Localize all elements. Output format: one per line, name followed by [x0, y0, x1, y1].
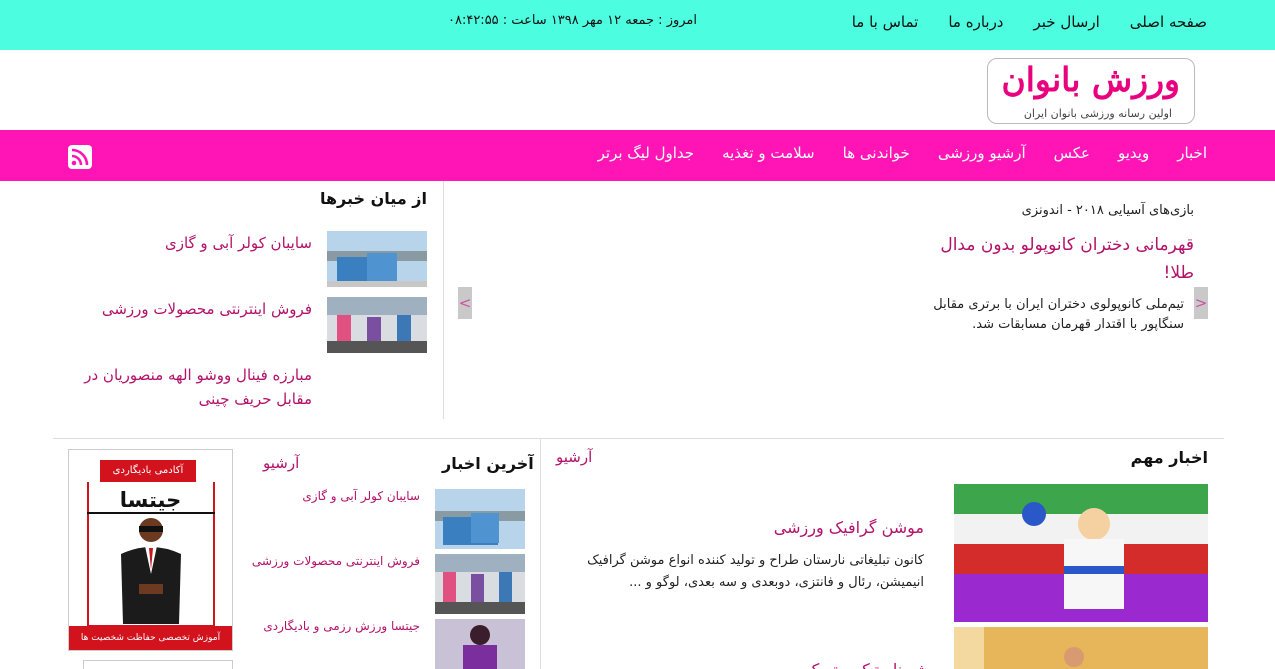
chevron-right-icon: >: [458, 294, 472, 312]
section-divider: [53, 438, 1224, 439]
logo-tagline: اولین رسانه ورزشی بانوان ایران: [1023, 107, 1172, 120]
nav-item-league-tables[interactable]: جداول لیگ برتر: [598, 144, 694, 162]
nav-item-photo[interactable]: عکس: [1054, 144, 1090, 162]
cooler-thumbnail[interactable]: [435, 489, 525, 549]
important-news-description: کانون تبلیغاتی نارستان طراح و تولید کنند…: [587, 553, 924, 590]
chevron-left-icon: <: [1194, 294, 1208, 312]
bodyguard-illustration: [121, 518, 181, 624]
from-news-item-text[interactable]: سایبان کولر آبی و گازی: [57, 231, 312, 255]
nav-item-readings[interactable]: خواندنی ها: [843, 144, 910, 162]
gymnastics-image[interactable]: [954, 627, 1208, 669]
top-nav-about-link[interactable]: درباره ما: [948, 13, 1003, 31]
latest-news-item-text[interactable]: فروش اینترنتی محصولات ورزشی: [240, 554, 420, 568]
ad-brand: جیتسا: [119, 488, 182, 512]
slider-prev-button[interactable]: <: [1194, 287, 1208, 319]
gym-thumbnail[interactable]: [327, 297, 427, 353]
important-news-archive-link[interactable]: آرشیو: [556, 448, 592, 466]
nav-item-health[interactable]: سلامت و تغذیه: [722, 144, 815, 162]
cooler-thumbnail[interactable]: [327, 231, 427, 287]
top-nav-submit-news-link[interactable]: ارسال خبر: [1034, 13, 1100, 31]
important-news-headline-2[interactable]: ژیمناستیک ریتمیک: [805, 660, 924, 669]
gym-thumbnail[interactable]: [435, 554, 525, 614]
latest-news-item-text[interactable]: سایبان کولر آبی و گازی: [240, 489, 420, 503]
list-item[interactable]: فروش اینترنتی محصولات ورزشی: [53, 297, 443, 355]
site-logo[interactable]: ورزش بانوان اولین رسانه ورزشی بانوان ایر…: [987, 58, 1195, 124]
ad-badge: آکادمی بادیگاردی: [100, 460, 196, 482]
top-nav-home-link[interactable]: صفحه اصلی: [1130, 13, 1207, 31]
list-item[interactable]: مبارزه فینال ووشو الهه منصوریان در مقابل…: [53, 363, 443, 413]
top-bar: صفحه اصلی ارسال خبر درباره ما تماس با ما…: [0, 0, 1275, 50]
ad-banner-2[interactable]: [83, 660, 233, 669]
from-news-section: از میان خبرها سایبان کولر آبی و گازی فرو…: [53, 181, 443, 419]
slide-category[interactable]: بازی‌های آسیایی ۲۰۱۸ - اندونزی: [1022, 203, 1194, 218]
top-nav-contact-link[interactable]: تماس با ما: [852, 13, 919, 31]
from-news-item-text[interactable]: فروش اینترنتی محصولات ورزشی: [57, 297, 312, 321]
main-nav-items: اخبار ویدیو عکس آرشیو ورزشی خواندنی ها س…: [598, 144, 1207, 162]
nav-item-sport-archive[interactable]: آرشیو ورزشی: [938, 144, 1026, 162]
slide-title[interactable]: قهرمانی دختران کانوپولو بدون مدال طلا!: [924, 231, 1194, 287]
current-datetime: امروز : جمعه ۱۲ مهر ۱۳۹۸ ساعت : ۰۸:۴۲:۵۵: [448, 13, 697, 28]
rss-icon[interactable]: [68, 145, 92, 169]
main-nav: اخبار ویدیو عکس آرشیو ورزشی خواندنی ها س…: [0, 130, 1275, 181]
list-item[interactable]: سایبان کولر آبی و گازی: [53, 231, 443, 289]
important-news-headline[interactable]: موشن گرافیک ورزشی: [774, 518, 924, 537]
important-news-title: اخبار مهم: [1130, 448, 1208, 467]
motion-graphic-image[interactable]: [954, 484, 1208, 622]
top-nav: صفحه اصلی ارسال خبر درباره ما تماس با ما: [852, 13, 1207, 31]
martial-arts-thumbnail[interactable]: [435, 619, 525, 669]
latest-news-title: آخرین اخبار: [442, 454, 534, 473]
slider-next-button[interactable]: >: [458, 287, 472, 319]
nav-item-news[interactable]: اخبار: [1177, 144, 1207, 162]
from-news-item-text[interactable]: مبارزه فینال ووشو الهه منصوریان در مقابل…: [57, 363, 312, 411]
ad-footer: آموزش تخصصی حفاظت شخصیت ها: [69, 626, 232, 650]
nav-item-video[interactable]: ویدیو: [1118, 144, 1149, 162]
featured-slider: بازی‌های آسیایی ۲۰۱۸ - اندونزی قهرمانی د…: [443, 181, 1224, 419]
latest-news-archive-link[interactable]: آرشیو: [263, 454, 299, 472]
from-news-title: از میان خبرها: [319, 189, 427, 208]
ad-banner[interactable]: آکادمی بادیگاردی جیتسا آموزش تخصصی حفاظت…: [68, 449, 233, 651]
column-divider: [540, 438, 541, 669]
slide-description: تیم‌ملی کانوپولوی دختران ایران با برتری …: [933, 297, 1184, 332]
latest-news-item-text[interactable]: جیتسا ورزش رزمی و بادیگاردی: [240, 619, 420, 633]
logo-title: ورزش بانوان: [1001, 60, 1181, 99]
